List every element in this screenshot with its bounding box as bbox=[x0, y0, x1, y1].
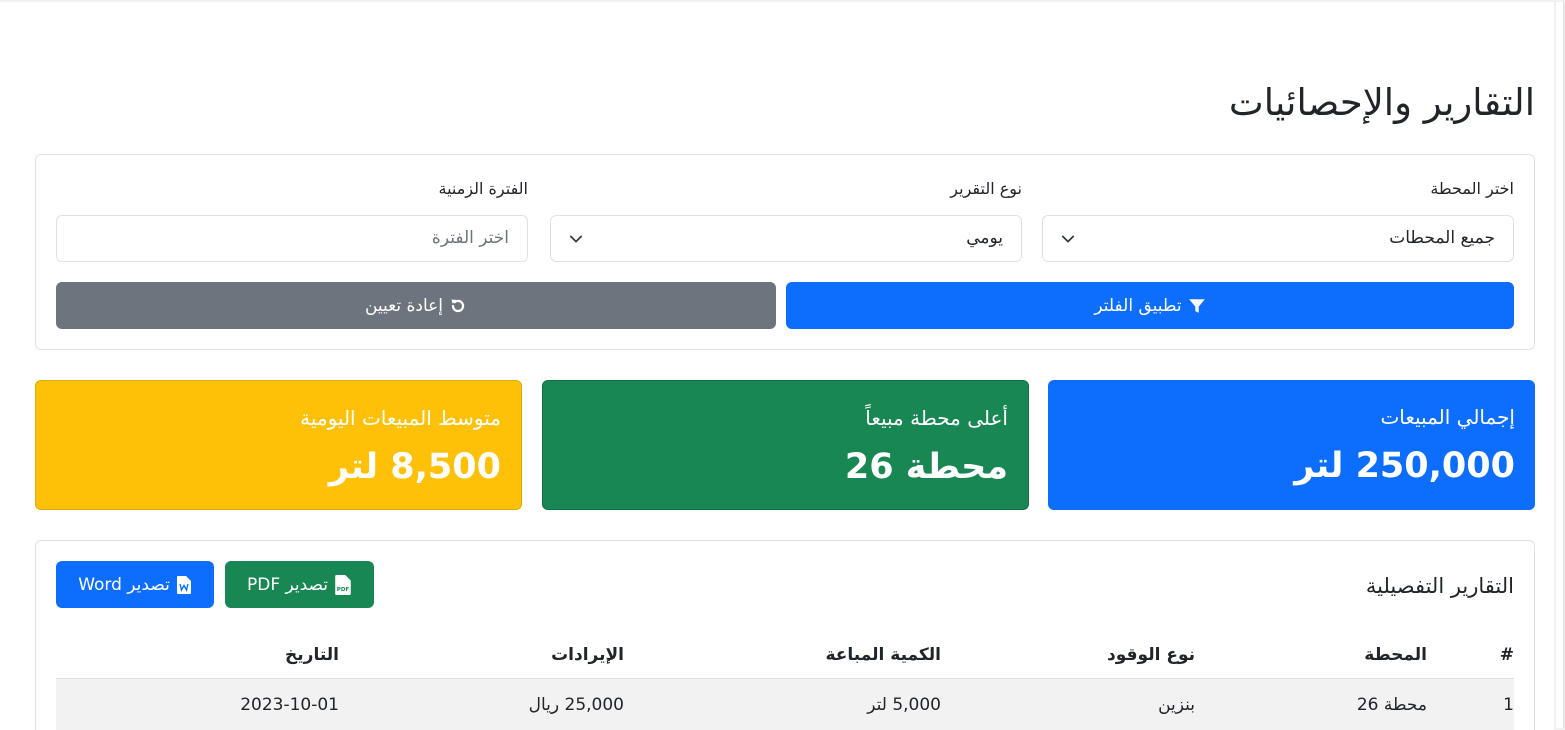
main-container: التقارير والإحصائيات اختر المحطة جميع ال… bbox=[35, 0, 1535, 730]
column-header-station: المحطة bbox=[1364, 645, 1427, 665]
file-pdf-icon: PDF bbox=[335, 574, 351, 595]
stat-card-daily-average: متوسط المبيعات اليومية 8,500 لتر bbox=[35, 380, 522, 510]
table-cell-station: محطة 26 bbox=[1356, 695, 1427, 715]
station-field: اختر المحطة جميع المحطات bbox=[1042, 177, 1514, 262]
stat-card-top-station: أعلى محطة مبيعاً محطة 26 bbox=[542, 380, 1029, 510]
stat-value: 250,000 لتر bbox=[1294, 446, 1515, 486]
table-cell-quantity: 5,000 لتر bbox=[867, 695, 941, 715]
filter-icon bbox=[1188, 298, 1205, 313]
apply-filter-button[interactable]: تطبيق الفلتر bbox=[786, 282, 1514, 329]
period-input[interactable]: اختر الفترة bbox=[56, 215, 528, 262]
table-cell-fuel-type: بنزين bbox=[1158, 695, 1195, 715]
table-cell-index: 1 bbox=[1503, 695, 1514, 715]
column-header-quantity: الكمية المباعة bbox=[825, 645, 941, 665]
column-header-fuel-type: نوع الوقود bbox=[1107, 645, 1195, 665]
table-cell-revenue: 25,000 ريال bbox=[528, 695, 624, 715]
detailed-reports-card: التقارير التفصيلية PDF تصدير PDF تصدير W… bbox=[35, 540, 1535, 730]
stat-value: 8,500 لتر bbox=[328, 447, 501, 487]
column-header-index: # bbox=[1499, 645, 1514, 665]
svg-text:PDF: PDF bbox=[337, 587, 350, 593]
export-word-label: تصدير Word bbox=[78, 574, 170, 595]
report-type-select-value: يومي bbox=[966, 228, 1003, 248]
stat-title: متوسط المبيعات اليومية bbox=[300, 406, 501, 430]
period-label: الفترة الزمنية bbox=[438, 179, 529, 198]
report-type-label: نوع التقرير bbox=[950, 179, 1022, 198]
apply-filter-label: تطبيق الفلتر bbox=[1094, 295, 1182, 316]
reports-title: التقارير التفصيلية bbox=[1365, 574, 1514, 598]
page-title: التقارير والإحصائيات bbox=[1228, 81, 1535, 124]
stat-title: أعلى محطة مبيعاً bbox=[865, 406, 1008, 430]
period-field: الفترة الزمنية اختر الفترة bbox=[56, 177, 529, 262]
period-input-placeholder: اختر الفترة bbox=[431, 228, 509, 248]
table-cell-date: 2023-10-01 bbox=[240, 695, 339, 715]
scrollbar-thumb[interactable] bbox=[1556, 2, 1564, 728]
stat-value: محطة 26 bbox=[844, 447, 1008, 487]
column-header-date: التاريخ bbox=[285, 645, 339, 665]
column-header-revenue: الإيرادات bbox=[551, 645, 624, 665]
station-select-value: جميع المحطات bbox=[1389, 228, 1495, 248]
report-type-select[interactable]: يومي bbox=[550, 215, 1022, 262]
reset-button[interactable]: إعادة تعيين bbox=[56, 282, 776, 329]
export-pdf-button[interactable]: PDF تصدير PDF bbox=[225, 561, 374, 608]
filter-card: اختر المحطة جميع المحطات نوع التقرير يوم… bbox=[35, 154, 1535, 350]
station-label: اختر المحطة bbox=[1430, 179, 1514, 198]
reset-label: إعادة تعيين bbox=[364, 295, 444, 316]
station-select[interactable]: جميع المحطات bbox=[1042, 215, 1514, 262]
export-pdf-label: تصدير PDF bbox=[246, 574, 329, 595]
export-word-button[interactable]: تصدير Word bbox=[56, 561, 214, 608]
chevron-down-icon bbox=[569, 235, 583, 243]
stat-title: إجمالي المبيعات bbox=[1380, 405, 1515, 429]
rotate-left-icon bbox=[451, 298, 465, 312]
report-type-field: نوع التقرير يومي bbox=[550, 177, 1022, 262]
chevron-down-icon bbox=[1061, 235, 1075, 243]
file-word-icon bbox=[176, 575, 191, 594]
stat-card-total-sales: إجمالي المبيعات 250,000 لتر bbox=[1048, 380, 1535, 510]
